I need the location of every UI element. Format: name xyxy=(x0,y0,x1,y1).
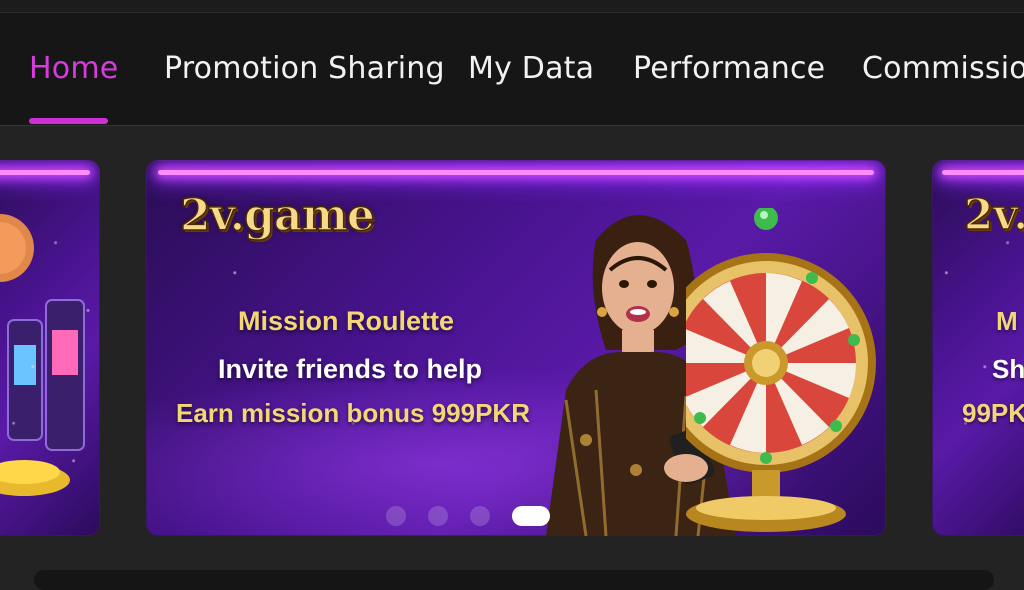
neon-light-bar xyxy=(0,170,90,175)
tab-promotion-sharing[interactable]: Promotion Sharing xyxy=(164,51,445,86)
tab-my-data[interactable]: My Data xyxy=(468,51,594,86)
banner-headline: Mission Roulette xyxy=(238,306,455,336)
neon-light-bar xyxy=(942,170,1024,175)
banner-headline: M xyxy=(996,306,1018,336)
tab-commission[interactable]: Commission xyxy=(862,51,1024,86)
active-tab-indicator xyxy=(29,118,108,124)
brand-logo: 2v.g xyxy=(963,189,1024,240)
carousel-dot-1[interactable] xyxy=(386,506,406,526)
next-section-edge xyxy=(34,570,994,590)
carousel-dot-4-active[interactable] xyxy=(512,506,550,526)
banner-slide-previous[interactable] xyxy=(0,160,100,536)
banner-bonus-line: 99PK xyxy=(962,398,1024,428)
banner-subline: Sh xyxy=(992,354,1024,384)
tab-home[interactable]: Home xyxy=(29,51,118,86)
banner-bonus-line: Earn mission bonus 999PKR xyxy=(176,398,530,428)
carousel-dot-3[interactable] xyxy=(470,506,490,526)
banner-subline: Invite friends to help xyxy=(218,354,483,384)
star-sparkles xyxy=(0,160,100,536)
tab-performance[interactable]: Performance xyxy=(633,51,825,86)
roulette-wheel-image xyxy=(686,208,876,532)
top-status-strip xyxy=(0,0,1024,12)
tab-bar: Home Promotion Sharing My Data Performan… xyxy=(0,12,1024,126)
neon-light-bar xyxy=(158,170,874,175)
banner-slide-mission-roulette[interactable]: 2v.game Mission Roulette Invite friends … xyxy=(146,160,886,536)
brand-logo: 2v.game xyxy=(179,189,375,242)
banner-slide-next[interactable]: 2v.g M Sh 99PK xyxy=(932,160,1024,536)
carousel-dot-2[interactable] xyxy=(428,506,448,526)
